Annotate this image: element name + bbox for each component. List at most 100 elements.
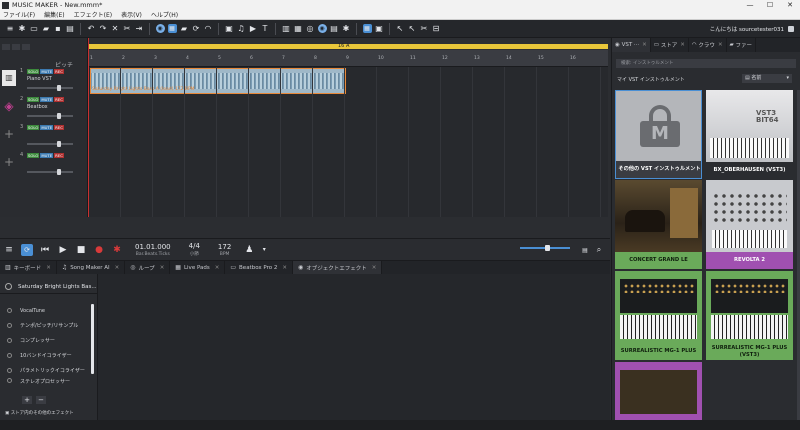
layout-icon[interactable]: ▦ <box>362 24 372 33</box>
export-icon[interactable]: ▤ <box>66 24 75 33</box>
power-icon[interactable] <box>7 368 12 373</box>
play-button[interactable]: ▶ <box>57 244 69 256</box>
track-row[interactable]: + 4 SOLO MUTE REC <box>0 151 608 179</box>
mute-button[interactable]: MUTE <box>40 97 54 102</box>
track-lane[interactable] <box>88 151 608 179</box>
volume-handle[interactable] <box>545 245 550 251</box>
track-volume-slider[interactable] <box>27 169 73 175</box>
close-icon[interactable]: ✕ <box>282 265 287 271</box>
sort-dropdown[interactable]: ▤ 名前 ▾ <box>742 74 792 83</box>
new-file-icon[interactable]: ▭ <box>30 24 39 33</box>
track-name[interactable]: Beatbox <box>27 104 48 110</box>
mute-button[interactable]: MUTE <box>40 69 54 74</box>
playhead[interactable] <box>88 38 89 217</box>
record-settings-icon[interactable]: ✱ <box>111 244 123 256</box>
tab-keyboard[interactable]: ▥ キーボード ✕ <box>0 260 57 275</box>
rec-button[interactable]: REC <box>54 153 64 158</box>
add-fx-button[interactable]: + <box>22 396 32 404</box>
pointer-icon[interactable]: ↖ <box>396 24 405 33</box>
instrument-card[interactable]: CONCERT GRAND LE <box>615 180 702 269</box>
close-icon[interactable]: ✕ <box>780 1 800 9</box>
instrument-card[interactable]: REVOLTA 2 <box>706 180 793 269</box>
signature-display[interactable]: 4/4 小節 <box>189 242 200 257</box>
menu-edit[interactable]: 編集(E) <box>44 10 64 19</box>
tempo-display[interactable]: 172 BPM <box>218 243 231 257</box>
plus-icon[interactable]: + <box>2 154 16 170</box>
tab-store[interactable]: ▭ ストア ✕ <box>651 38 689 52</box>
tab-object-effects[interactable]: ◉ オブジェクトエフェクト ✕ <box>293 260 383 275</box>
folder-icon[interactable]: ▰ <box>180 24 189 33</box>
track-header[interactable]: + 4 SOLO MUTE REC <box>0 151 88 179</box>
keyboard-icon[interactable]: ▥ <box>282 24 291 33</box>
solo-button[interactable]: SOLO <box>27 97 40 102</box>
window-icon[interactable]: ▣ <box>375 24 384 33</box>
close-icon[interactable]: ✕ <box>680 42 685 48</box>
headphones-icon[interactable]: ◠ <box>204 24 213 33</box>
track-lane[interactable] <box>88 95 608 123</box>
chevron-down-icon[interactable]: ▾ <box>261 244 267 256</box>
fx-item[interactable]: ステレオプロセッサー <box>0 378 90 388</box>
mixer-icon[interactable]: ◉ <box>317 24 327 33</box>
delete-icon[interactable]: ✕ <box>111 24 120 33</box>
track-name[interactable]: Piano VST <box>27 76 52 82</box>
fx-item[interactable]: テンポ/ピッチ/リサンプル <box>0 318 90 333</box>
close-icon[interactable]: ✕ <box>46 265 51 271</box>
power-icon[interactable] <box>7 378 12 383</box>
remove-fx-button[interactable]: − <box>36 396 46 404</box>
track-row[interactable]: + 3 SOLO MUTE REC <box>0 123 608 151</box>
solo-button[interactable]: SOLO <box>27 153 40 158</box>
metronome-icon[interactable]: ♟ <box>243 244 255 256</box>
solo-button[interactable]: SOLO <box>27 125 40 130</box>
fx-item[interactable]: コンプレッサー <box>0 333 90 348</box>
audio-clip[interactable]: Saturday Bright Lights Bass A (lead) 172… <box>90 68 346 94</box>
track-lane[interactable]: Saturday Bright Lights Bass A (lead) 172… <box>88 67 608 95</box>
track-header[interactable]: ▥ 1 SOLO MUTE REC Piano VST <box>0 67 88 95</box>
zoom-icon[interactable]: ⌕ <box>593 244 605 256</box>
rec-button[interactable]: REC <box>54 125 64 130</box>
fx-scrollbar[interactable] <box>91 304 94 374</box>
power-icon[interactable] <box>7 323 12 328</box>
track-volume-slider[interactable] <box>27 113 73 119</box>
menu-help[interactable]: ヘルプ(H) <box>151 10 178 19</box>
video-icon[interactable]: ▶ <box>249 24 258 33</box>
menu-icon[interactable]: ≡ <box>6 24 15 33</box>
header-ctrl-icon[interactable] <box>22 44 30 50</box>
timeline-ruler[interactable]: 16 A 1 2 3 4 5 6 7 8 9 10 11 12 13 14 15… <box>88 38 608 67</box>
open-folder-icon[interactable]: ▰ <box>42 24 51 33</box>
image-icon[interactable]: ▣ <box>225 24 234 33</box>
instrument-card[interactable] <box>615 362 702 420</box>
close-icon[interactable]: ✕ <box>642 42 647 48</box>
loop-button[interactable]: ⟳ <box>21 243 33 256</box>
minimize-icon[interactable]: — <box>740 1 760 9</box>
solo-button[interactable]: SOLO <box>27 69 40 74</box>
close-icon[interactable]: ✕ <box>718 42 723 48</box>
close-icon[interactable]: ✕ <box>115 265 120 271</box>
instrument-card[interactable]: VST3 BIT64 BX_OBERHAUSEN (VST3) <box>706 90 793 179</box>
note-icon[interactable]: ♫ <box>237 24 246 33</box>
mode-icon[interactable]: ⊟ <box>432 24 441 33</box>
mixer-toggle-icon[interactable]: ≡ <box>3 244 15 256</box>
cut-icon[interactable]: ✂ <box>420 24 429 33</box>
split-icon[interactable]: ✂ <box>123 24 132 33</box>
track-volume-slider[interactable] <box>27 85 73 91</box>
trim-icon[interactable]: ⇥ <box>135 24 144 33</box>
close-icon[interactable]: ✕ <box>215 265 220 271</box>
grid2-icon[interactable]: ▦ <box>294 24 303 33</box>
fx-item[interactable]: パラメトリックイコライザー <box>0 363 90 378</box>
loop-range-bar[interactable]: 16 A <box>88 43 608 49</box>
instrument-card[interactable]: M その他の VST インストゥルメント <box>615 90 702 179</box>
stop-button[interactable]: ■ <box>75 244 87 256</box>
save-icon[interactable]: ▪ <box>54 24 63 33</box>
redo-icon[interactable]: ↷ <box>99 24 108 33</box>
undo-icon[interactable]: ↶ <box>87 24 96 33</box>
instrument-search-input[interactable]: 検索: インストゥルメント <box>616 59 796 68</box>
loop-icon[interactable]: ⟳ <box>192 24 201 33</box>
settings2-icon[interactable]: ✱ <box>342 24 351 33</box>
track-volume-slider[interactable] <box>27 141 73 147</box>
tab-vst[interactable]: ◉ VST ··· ✕ <box>612 38 651 52</box>
tab-beatbox[interactable]: ▭ Beatbox Pro 2 ✕ <box>225 260 293 275</box>
power-icon[interactable] <box>7 308 12 313</box>
position-display[interactable]: 01.01.000 Bar.Beats.Ticks <box>135 243 171 257</box>
user-settings-icon[interactable] <box>788 25 794 32</box>
power-icon[interactable] <box>5 283 12 290</box>
